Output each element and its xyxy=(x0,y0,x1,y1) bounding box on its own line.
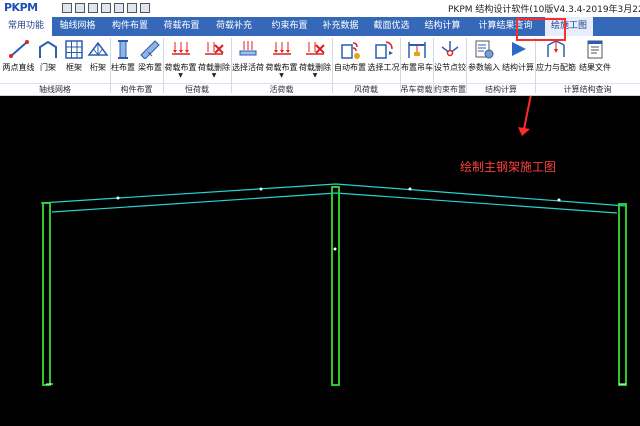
middle-column[interactable] xyxy=(331,186,340,386)
tab-member-layout[interactable]: 构件布置 xyxy=(103,17,157,36)
app-logo: PKPM xyxy=(4,1,38,14)
column-place-button[interactable]: 柱布置 xyxy=(111,38,135,83)
save-icon[interactable] xyxy=(75,3,85,13)
wind-case-select-button[interactable]: 选择工况 xyxy=(367,38,400,83)
crane-place-button[interactable]: 布置吊车 xyxy=(401,38,433,83)
group-label-dead-load: 恒荷载 xyxy=(163,83,231,95)
wind-auto-icon xyxy=(341,42,360,59)
stress-icon xyxy=(547,40,565,57)
dead-load-delete-button[interactable]: 荷载删除 ▼ xyxy=(197,38,231,83)
live-load-select-icon xyxy=(239,41,257,56)
result-file-icon xyxy=(587,40,603,59)
tab-axis-grid[interactable]: 轴线网格 xyxy=(52,17,103,36)
rafter-bottom-line xyxy=(51,192,618,214)
frame-button[interactable]: 框架 xyxy=(62,38,86,83)
live-load-select-button[interactable]: 选择活荷 xyxy=(232,38,264,83)
load-delete-icon xyxy=(205,42,224,55)
frame-grid-icon xyxy=(65,40,83,59)
two-point-line-icon xyxy=(8,40,29,58)
load-arrows-icon xyxy=(272,42,291,55)
portal-frame-icon xyxy=(39,40,57,58)
tab-supplement-data[interactable]: 补充数据 xyxy=(317,17,364,36)
column-place-icon xyxy=(118,40,128,59)
tab-structural-calc[interactable]: 结构计算 xyxy=(419,17,466,36)
chevron-down-icon[interactable]: ▼ xyxy=(265,73,298,79)
group-label-wind-load: 风荷载 xyxy=(332,83,400,95)
ribbon-panel: 两点直线 门架 框架 桁架 柱布置 梁布置 荷载布置 ▼ 荷载删除 ▼ 选择活荷 xyxy=(0,36,640,96)
right-column[interactable] xyxy=(618,203,627,386)
load-arrows-icon xyxy=(171,42,190,55)
result-file-button[interactable]: 结果文件 xyxy=(577,38,613,83)
quick-access-toolbar xyxy=(62,3,150,13)
set-hinge-button[interactable]: 设节点铰 xyxy=(434,38,466,83)
chevron-down-icon[interactable]: ▼ xyxy=(298,73,332,79)
two-point-line-button[interactable]: 两点直线 xyxy=(2,38,35,83)
window-title: PKPM 结构设计软件(10版V4.3.4-2019年3月22 xyxy=(448,5,640,15)
rafter-node[interactable] xyxy=(116,196,120,200)
group-label-constraint: 约束布置 xyxy=(433,83,467,94)
dead-load-place-button[interactable]: 荷载布置 ▼ xyxy=(164,38,197,83)
tab-load-layout[interactable]: 荷载布置 xyxy=(157,17,206,36)
truss-icon xyxy=(87,41,109,56)
stress-reinforcement-button[interactable]: 应力与配筋 xyxy=(536,38,576,83)
parameters-icon xyxy=(475,40,494,59)
crane-icon xyxy=(408,42,426,58)
wind-case-icon xyxy=(374,41,393,59)
annotation-arrowhead xyxy=(518,127,530,136)
group-label-structural-calc: 结构计算 xyxy=(467,83,535,95)
rafter-node[interactable] xyxy=(557,198,561,202)
structural-calc-button[interactable]: 结构计算 xyxy=(501,38,535,83)
truss-button[interactable]: 桁架 xyxy=(86,38,110,83)
parameters-input-button[interactable]: 参数输入 xyxy=(467,38,501,83)
rafter-node[interactable] xyxy=(259,187,263,191)
portal-frame-button[interactable]: 门架 xyxy=(36,38,60,83)
tab-section-optimize[interactable]: 截面优选 xyxy=(364,17,419,36)
portal-frame-drawing xyxy=(40,39,627,386)
live-load-delete-button[interactable]: 荷载删除 ▼ xyxy=(298,38,332,83)
load-delete-icon xyxy=(306,42,325,55)
print-icon[interactable] xyxy=(101,3,111,13)
wind-auto-place-button[interactable]: 自动布置 xyxy=(333,38,367,83)
group-label-crane-load: 吊车荷载 xyxy=(400,83,433,94)
tab-common[interactable]: 常用功能 xyxy=(0,17,52,36)
export-icon[interactable] xyxy=(114,3,124,13)
annotation-highlight-box xyxy=(516,18,566,41)
beam-place-button[interactable]: 梁布置 xyxy=(137,38,163,83)
group-label-member: 构件布置 xyxy=(110,83,163,95)
group-label-axis-grid: 轴线网格 xyxy=(0,83,110,95)
drawing-canvas[interactable] xyxy=(0,39,640,422)
open-icon[interactable] xyxy=(62,3,72,13)
hinge-icon xyxy=(441,41,459,57)
column-node[interactable] xyxy=(333,247,337,251)
beam-place-icon xyxy=(140,40,160,59)
redo-icon[interactable] xyxy=(140,3,150,13)
title-bar: PKPM PKPM 结构设计软件(10版V4.3.4-2019年3月22 xyxy=(0,0,640,17)
tab-load-supplement[interactable]: 荷载补充 xyxy=(206,17,262,36)
tab-constraint-layout[interactable]: 约束布置 xyxy=(262,17,317,36)
save-as-icon[interactable] xyxy=(88,3,98,13)
undo-icon[interactable] xyxy=(127,3,137,13)
left-column[interactable] xyxy=(42,202,51,386)
live-load-place-button[interactable]: 荷载布置 ▼ xyxy=(265,38,298,83)
chevron-down-icon[interactable]: ▼ xyxy=(197,73,231,79)
chevron-down-icon[interactable]: ▼ xyxy=(164,73,197,79)
group-label-result-query: 计算结构查询 xyxy=(535,83,640,95)
calculate-play-icon xyxy=(512,42,526,56)
group-label-live-load: 活荷载 xyxy=(231,83,332,95)
rafter-node[interactable] xyxy=(408,187,412,191)
annotation-label: 绘制主钢架施工图 xyxy=(460,160,557,174)
annotation-arrow xyxy=(523,39,543,130)
